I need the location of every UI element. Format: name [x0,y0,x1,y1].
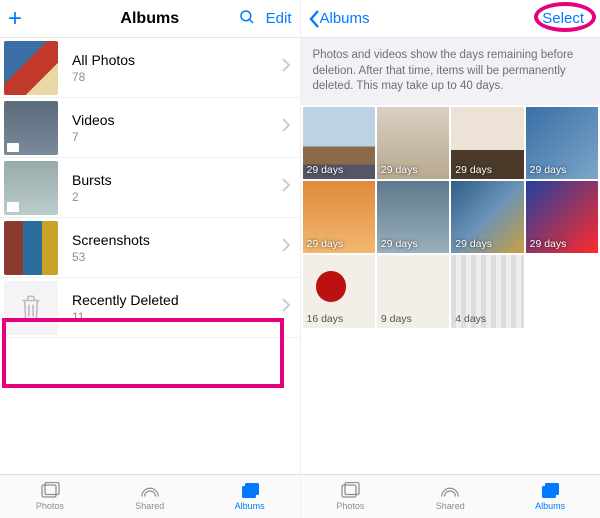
chevron-right-icon [282,238,290,257]
album-row-recently-deleted[interactable]: Recently Deleted 11 [0,278,300,338]
grid-cell[interactable]: 29 days [451,181,523,253]
nav-title: Albums [120,10,179,28]
album-count: 11 [72,310,282,324]
album-row-videos[interactable]: Videos 7 [0,98,300,158]
grid-cell[interactable]: 4 days [451,255,523,327]
photos-tab-icon [39,482,61,500]
edit-button[interactable]: Edit [266,10,292,27]
days-label: 4 days [455,313,486,325]
albums-tab-icon [239,482,261,500]
tab-albums[interactable]: Albums [200,475,300,518]
tab-label: Albums [535,501,565,511]
grid-cell[interactable]: 29 days [377,107,449,179]
days-label: 29 days [530,164,567,176]
album-row-bursts[interactable]: Bursts 2 [0,158,300,218]
album-count: 78 [72,70,282,84]
tab-label: Shared [436,501,465,511]
add-album-button[interactable]: + [8,7,22,31]
tab-bar: Photos Shared Albums [0,474,300,518]
days-label: 29 days [307,164,344,176]
grid-cell[interactable]: 29 days [526,107,598,179]
shared-tab-icon [139,482,161,500]
album-title: Recently Deleted [72,292,282,308]
album-list: All Photos 78 Videos 7 Bursts 2 [0,38,300,474]
search-icon[interactable] [238,8,256,30]
days-label: 9 days [381,313,412,325]
album-row-screenshots[interactable]: Screenshots 53 [0,218,300,278]
album-thumb [4,101,58,155]
album-thumb [4,221,58,275]
album-title: All Photos [72,52,282,68]
shared-tab-icon [439,482,461,500]
tab-label: Photos [336,501,364,511]
days-label: 16 days [307,313,344,325]
chevron-right-icon [282,298,290,317]
album-thumb [4,281,58,335]
album-count: 53 [72,250,282,264]
back-label: Albums [320,10,370,27]
chevron-right-icon [282,58,290,77]
days-label: 29 days [530,238,567,250]
grid-cell[interactable]: 29 days [526,181,598,253]
photos-tab-icon [339,482,361,500]
album-thumb [4,41,58,95]
album-thumb [4,161,58,215]
tab-shared[interactable]: Shared [100,475,200,518]
info-banner: Photos and videos show the days remainin… [301,38,600,105]
days-label: 29 days [381,238,418,250]
chevron-right-icon [282,118,290,137]
tab-albums[interactable]: Albums [500,475,600,518]
albums-navbar: + Albums Edit [0,0,300,38]
grid-cell[interactable]: 16 days [303,255,375,327]
back-button[interactable]: Albums [309,10,370,28]
album-title: Videos [72,112,282,128]
grid-cell[interactable]: 29 days [451,107,523,179]
days-label: 29 days [455,238,492,250]
grid-cell[interactable]: 9 days [377,255,449,327]
tab-photos[interactable]: Photos [0,475,100,518]
tab-label: Photos [36,501,64,511]
grid-cell[interactable]: 29 days [303,107,375,179]
album-count: 2 [72,190,282,204]
days-label: 29 days [455,164,492,176]
chevron-right-icon [282,178,290,197]
photo-grid: 29 days 29 days 29 days 29 days 29 days … [301,105,600,328]
trash-icon [18,293,44,323]
albums-tab-icon [539,482,561,500]
tab-label: Albums [235,501,265,511]
grid-cell[interactable]: 29 days [303,181,375,253]
tab-photos[interactable]: Photos [301,475,401,518]
tab-label: Shared [135,501,164,511]
deleted-navbar: Albums Select [301,0,600,38]
album-row-all-photos[interactable]: All Photos 78 [0,38,300,98]
days-label: 29 days [307,238,344,250]
album-title: Bursts [72,172,282,188]
tab-shared[interactable]: Shared [400,475,500,518]
days-label: 29 days [381,164,418,176]
album-title: Screenshots [72,232,282,248]
tab-bar: Photos Shared Albums [301,474,600,518]
grid-cell[interactable]: 29 days [377,181,449,253]
album-count: 7 [72,130,282,144]
select-button[interactable]: Select [534,8,592,29]
